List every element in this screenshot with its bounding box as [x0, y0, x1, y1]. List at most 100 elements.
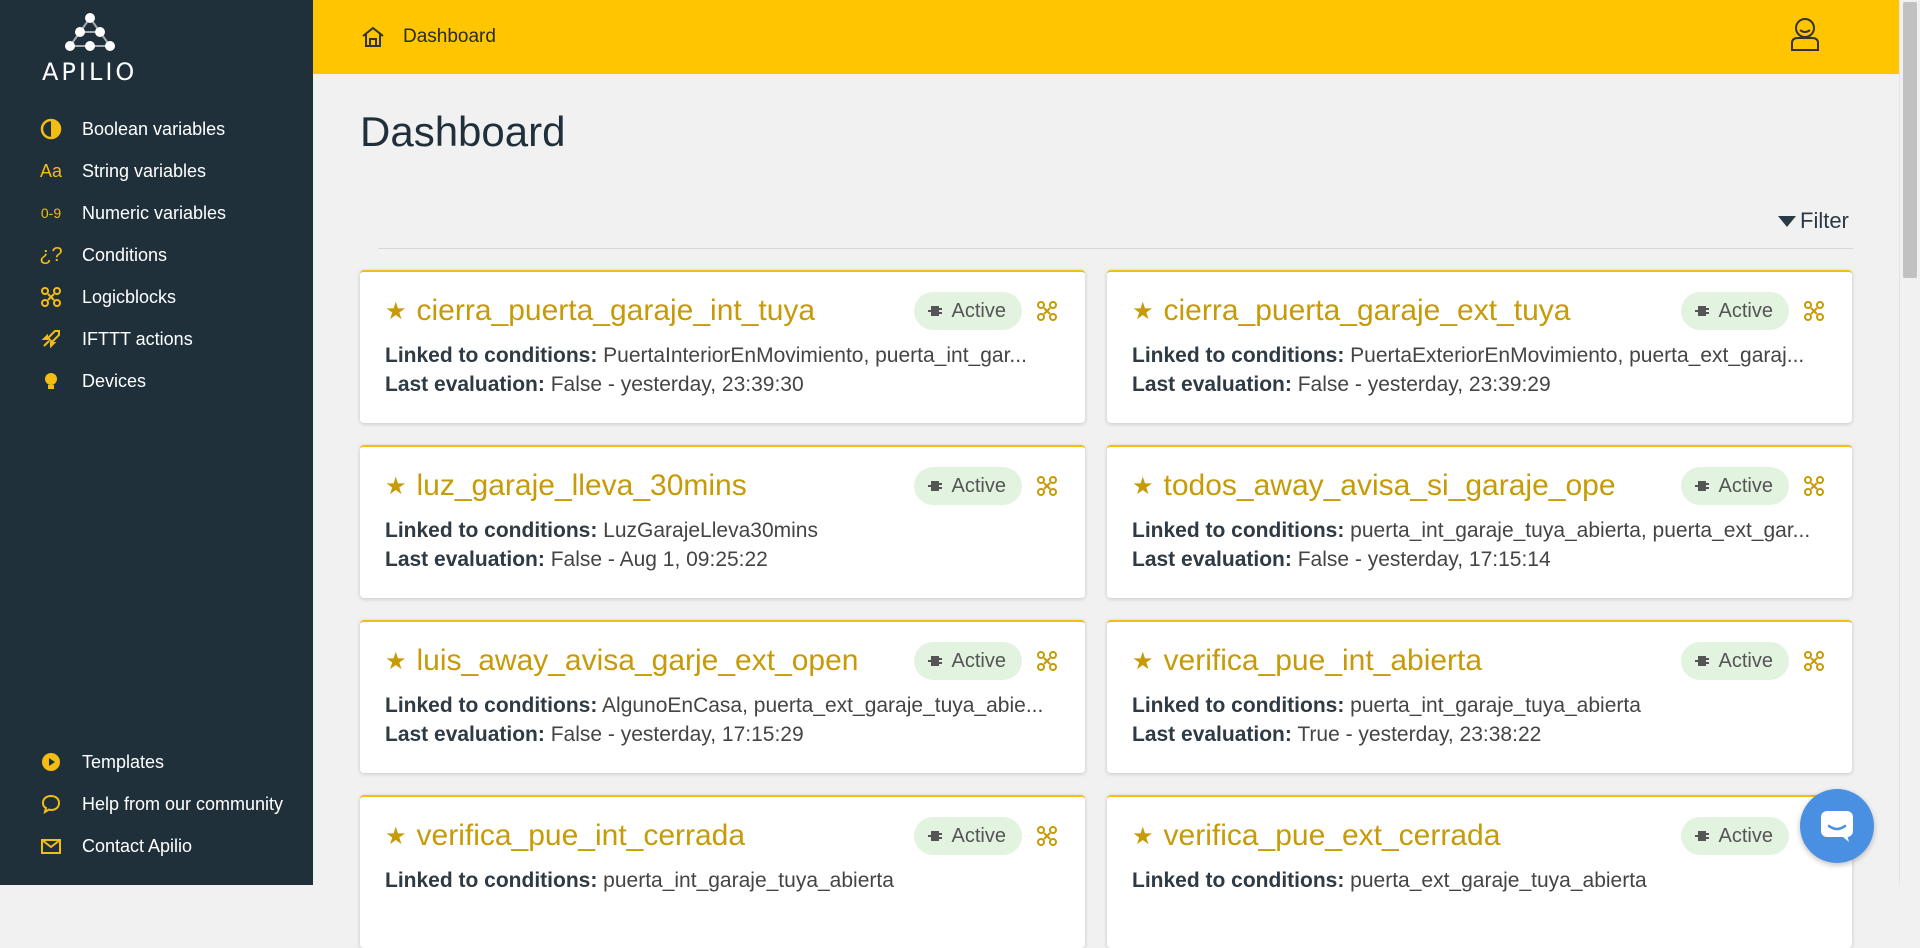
- star-icon[interactable]: ★: [1132, 472, 1154, 501]
- linked-label: Linked to conditions:: [385, 694, 598, 717]
- linked-conditions: Linked to conditions: PuertaExteriorEnMo…: [1132, 344, 1827, 368]
- logicblock-card: ★ verifica_pue_int_abierta Active Linked…: [1107, 620, 1852, 773]
- logicblock-title-link[interactable]: ★ verifica_pue_int_cerrada: [385, 819, 745, 853]
- sidebar-item-contact[interactable]: Contact Apilio: [0, 825, 313, 867]
- scrollbar-thumb[interactable]: [1903, 2, 1917, 278]
- linked-conditions: Linked to conditions: AlgunoEnCasa, puer…: [385, 694, 1060, 718]
- logicblock-title-link[interactable]: ★ verifica_pue_int_abierta: [1132, 644, 1482, 678]
- logicblock-card: ★ cierra_puerta_garaje_ext_tuya Active L…: [1107, 270, 1852, 423]
- logicblock-icon[interactable]: [1036, 300, 1058, 322]
- last-evaluation: Last evaluation: False - Aug 1, 09:25:22: [385, 548, 1060, 572]
- status-label: Active: [951, 474, 1006, 497]
- question-icon: ¿?: [39, 243, 63, 266]
- status-badge: Active: [913, 817, 1022, 855]
- linked-label: Linked to conditions:: [385, 869, 598, 892]
- rocket-icon: [38, 326, 64, 352]
- logicblock-icon[interactable]: [1036, 650, 1058, 672]
- logicblock-name: todos_away_avisa_si_garaje_ope: [1163, 469, 1616, 502]
- logicblock-title-link[interactable]: ★ luis_away_avisa_garje_ext_open: [385, 644, 859, 678]
- home-icon[interactable]: [360, 24, 386, 50]
- linked-label: Linked to conditions:: [385, 344, 598, 367]
- last-evaluation: Last evaluation: False - yesterday, 17:1…: [1132, 548, 1827, 572]
- star-icon[interactable]: ★: [1132, 297, 1154, 326]
- sidebar-nav: Boolean variables Aa String variables 0-…: [0, 108, 313, 402]
- sidebar-item-boolean-variables[interactable]: Boolean variables: [0, 108, 313, 150]
- last-eval-value: False - yesterday, 17:15:14: [1297, 548, 1551, 571]
- sidebar-item-label: Numeric variables: [82, 202, 227, 223]
- sidebar-item-logicblocks[interactable]: Logicblocks: [0, 276, 313, 318]
- logicblock-icon[interactable]: [1036, 475, 1058, 497]
- logicblock-title-link[interactable]: ★ cierra_puerta_garaje_int_tuya: [385, 294, 815, 328]
- linked-label: Linked to conditions:: [1132, 869, 1345, 892]
- logicblock-grid: ★ cierra_puerta_garaje_int_tuya Active L…: [360, 270, 1852, 948]
- top-bar: Dashboard: [313, 0, 1899, 74]
- sidebar-item-label: Boolean variables: [82, 118, 226, 139]
- star-icon[interactable]: ★: [1132, 647, 1154, 676]
- plug-icon: [927, 306, 942, 316]
- linked-conditions: Linked to conditions: PuertaInteriorEnMo…: [385, 344, 1060, 368]
- last-eval-value: False - yesterday, 23:39:30: [550, 373, 804, 396]
- status-label: Active: [951, 824, 1006, 847]
- chat-icon: [1821, 811, 1853, 842]
- logicblock-title-link[interactable]: ★ cierra_puerta_garaje_ext_tuya: [1132, 294, 1570, 328]
- text-aa-icon: Aa: [39, 160, 63, 181]
- star-icon[interactable]: ★: [385, 297, 407, 326]
- plug-icon: [1694, 306, 1709, 316]
- linked-value: AlgunoEnCasa, puerta_ext_garaje_tuya_abi…: [602, 694, 1044, 717]
- star-icon[interactable]: ★: [385, 822, 407, 851]
- logicblock-title-link[interactable]: ★ verifica_pue_ext_cerrada: [1132, 819, 1500, 853]
- status-label: Active: [1718, 474, 1773, 497]
- plug-icon: [1694, 481, 1709, 491]
- logicblock-card: ★ todos_away_avisa_si_garaje_ope Active …: [1107, 445, 1852, 598]
- play-circle-icon: [38, 749, 64, 775]
- sidebar-item-numeric-variables[interactable]: 0-9 Numeric variables: [0, 192, 313, 234]
- sidebar-item-conditions[interactable]: ¿? Conditions: [0, 234, 313, 276]
- sidebar-item-string-variables[interactable]: Aa String variables: [0, 150, 313, 192]
- logicblock-name: cierra_puerta_garaje_ext_tuya: [1163, 294, 1571, 327]
- chat-launcher-button[interactable]: [1800, 789, 1874, 863]
- sidebar-item-templates[interactable]: Templates: [0, 741, 313, 783]
- filter-toggle[interactable]: Filter: [1778, 208, 1849, 234]
- last-eval-label: Last evaluation:: [1132, 723, 1292, 746]
- last-eval-label: Last evaluation:: [1132, 373, 1292, 396]
- logicblock-icon[interactable]: [1803, 475, 1825, 497]
- status-label: Active: [1718, 299, 1773, 322]
- last-eval-label: Last evaluation:: [385, 548, 545, 571]
- chat-bubble-icon: [38, 791, 64, 817]
- user-avatar-icon[interactable]: [1788, 16, 1822, 52]
- logicblock-name: verifica_pue_int_abierta: [1163, 644, 1483, 677]
- linked-value: PuertaExteriorEnMovimiento, puerta_ext_g…: [1350, 344, 1805, 367]
- logicblock-name: verifica_pue_int_cerrada: [416, 819, 746, 852]
- linked-label: Linked to conditions:: [1132, 519, 1345, 542]
- numeric-icon: 0-9: [40, 205, 62, 221]
- star-icon[interactable]: ★: [1132, 822, 1154, 851]
- last-eval-label: Last evaluation:: [385, 373, 545, 396]
- status-label: Active: [1718, 649, 1773, 672]
- logo-text: APILIO: [42, 58, 138, 86]
- status-badge: Active: [913, 292, 1022, 330]
- logicblock-title-link[interactable]: ★ luz_garaje_lleva_30mins: [385, 469, 747, 503]
- sidebar-item-devices[interactable]: Devices: [0, 360, 313, 402]
- logicblock-icon: [38, 284, 64, 310]
- linked-value: puerta_ext_garaje_tuya_abierta: [1350, 869, 1647, 892]
- status-badge: Active: [1680, 467, 1789, 505]
- sidebar-item-ifttt-actions[interactable]: IFTTT actions: [0, 318, 313, 360]
- mail-icon: [38, 833, 64, 859]
- sidebar-item-help-community[interactable]: Help from our community: [0, 783, 313, 825]
- last-evaluation: Last evaluation: False - yesterday, 17:1…: [385, 723, 1060, 747]
- logicblock-title-link[interactable]: ★ todos_away_avisa_si_garaje_ope: [1132, 469, 1616, 503]
- logicblock-icon[interactable]: [1803, 300, 1825, 322]
- status-badge: Active: [1680, 292, 1789, 330]
- last-eval-value: False - yesterday, 17:15:29: [550, 723, 804, 746]
- star-icon[interactable]: ★: [385, 472, 407, 501]
- plug-icon: [1694, 831, 1709, 841]
- plug-icon: [1694, 656, 1709, 666]
- breadcrumb[interactable]: Dashboard: [403, 26, 496, 48]
- status-badge: Active: [913, 467, 1022, 505]
- logicblock-icon[interactable]: [1036, 825, 1058, 847]
- linked-label: Linked to conditions:: [1132, 344, 1345, 367]
- star-icon[interactable]: ★: [385, 647, 407, 676]
- logicblock-name: verifica_pue_ext_cerrada: [1163, 819, 1501, 852]
- half-circle-icon: [38, 116, 64, 142]
- logicblock-icon[interactable]: [1803, 650, 1825, 672]
